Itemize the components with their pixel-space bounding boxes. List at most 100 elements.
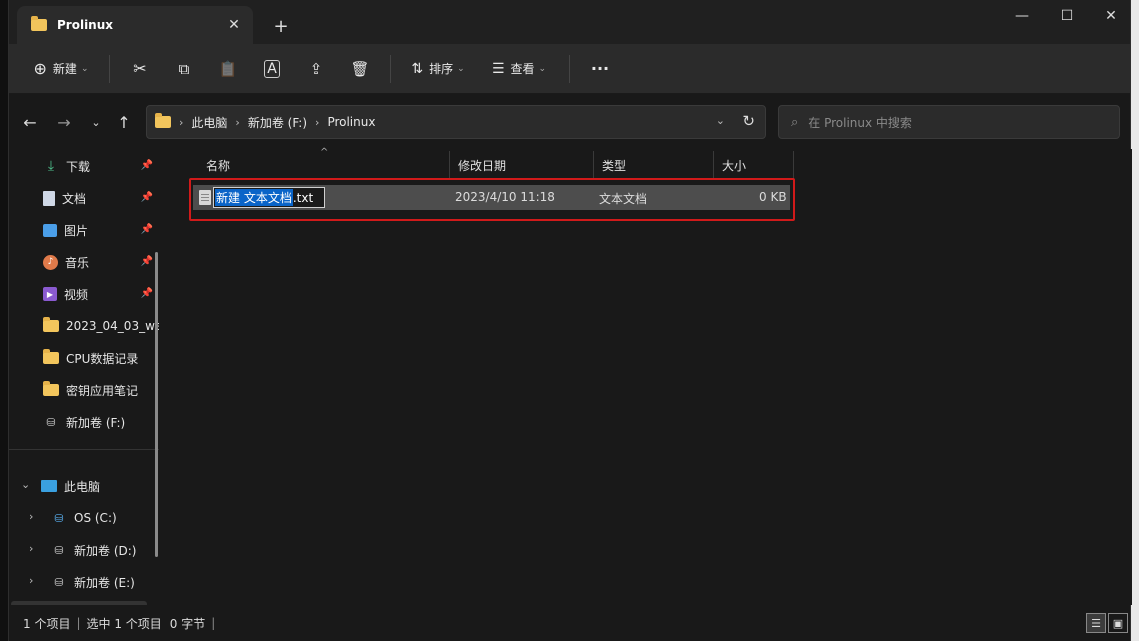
share-button[interactable]: ⇪ xyxy=(294,51,338,87)
pin-icon[interactable]: 📌 xyxy=(141,256,153,267)
sidebar-item-drive-f[interactable]: ⛁ 新加卷 (F:) xyxy=(9,407,159,437)
delete-button[interactable]: 🗑 xyxy=(338,51,382,87)
breadcrumb-this-pc[interactable]: 此电脑 xyxy=(191,114,227,131)
sidebar-item-this-pc[interactable]: ⌄ 此电脑 xyxy=(9,471,159,501)
sidebar-scrollbar[interactable] xyxy=(155,252,158,557)
chevron-right-icon[interactable]: › xyxy=(29,510,33,523)
breadcrumb-drive-f[interactable]: 新加卷 (F:) xyxy=(248,114,307,131)
search-input[interactable]: ⌕ 在 Prolinux 中搜索 xyxy=(778,105,1120,139)
toolbar-divider xyxy=(390,54,391,83)
address-row: ← → ⌄ ↑ › 此电脑 › 新加卷 (F:) › Prolinux ⌄ ↻ … xyxy=(9,95,1130,149)
address-bar[interactable]: › 此电脑 › 新加卷 (F:) › Prolinux ⌄ ↻ xyxy=(146,105,766,139)
pin-icon[interactable]: 📌 xyxy=(141,224,153,235)
file-modified-date: 2023/4/10 11:18 xyxy=(455,190,555,204)
file-explorer-window: Prolinux ✕ + — ☐ ✕ ⊕ 新建 ⌄ ✂ ⧉ 📋 A ⇪ 🗑 ⇅ … xyxy=(8,0,1134,641)
pin-icon[interactable]: 📌 xyxy=(141,192,153,203)
column-headers: ^ 名称 修改日期 类型 大小 xyxy=(176,147,796,179)
refresh-icon[interactable]: ↻ xyxy=(742,112,755,130)
windows-drive-icon: ⛁ xyxy=(54,511,64,525)
chevron-down-icon[interactable]: ⌄ xyxy=(21,478,30,491)
sidebar-item-cpu-records[interactable]: CPU数据记录 xyxy=(9,343,159,373)
chevron-right-icon[interactable]: › xyxy=(29,574,33,587)
rename-selected-text: 新建 文本文档 xyxy=(215,189,293,206)
monitor-icon xyxy=(41,480,57,492)
sidebar-item-downloads[interactable]: ⤓ 下载 📌 xyxy=(9,151,159,181)
sidebar-item-key-notes[interactable]: 密钥应用笔记 xyxy=(9,375,159,405)
navigation-pane: ⤓ 下载 📌 文档 📌 图片 📌 ♪ 音乐 📌 ▶ 视频 📌 2023_04_0… xyxy=(9,149,159,605)
sidebar-item-label: 文档 xyxy=(62,191,87,206)
cut-button[interactable]: ✂ xyxy=(118,51,162,87)
sidebar-item-label: 此电脑 xyxy=(64,479,101,494)
trash-icon: 🗑 xyxy=(350,59,370,78)
scissors-icon: ✂ xyxy=(133,59,147,78)
pin-icon[interactable]: 📌 xyxy=(141,160,153,171)
chevron-right-icon: › xyxy=(315,115,320,129)
sidebar-item-folder-2023[interactable]: 2023_04_03_we xyxy=(9,311,159,341)
rename-input[interactable]: 新建 文本文档 .txt xyxy=(213,187,325,208)
tab-close-icon[interactable]: ✕ xyxy=(223,14,245,36)
new-button[interactable]: ⊕ 新建 ⌄ xyxy=(21,51,101,87)
sidebar-item-label: 新加卷 (F:) xyxy=(66,415,126,430)
command-bar: ⊕ 新建 ⌄ ✂ ⧉ 📋 A ⇪ 🗑 ⇅ 排序 ⌄ ☰ 查看 ⌄ ··· xyxy=(9,44,1130,94)
close-window-button[interactable]: ✕ xyxy=(1088,0,1134,32)
sidebar-item-label: 新加卷 (D:) xyxy=(74,543,137,558)
up-button[interactable]: ↑ xyxy=(111,111,137,133)
more-options-button[interactable]: ··· xyxy=(578,51,622,87)
rename-button[interactable]: A xyxy=(250,51,294,87)
folder-icon xyxy=(155,113,171,128)
tab-prolinux[interactable]: Prolinux ✕ xyxy=(17,6,253,44)
forward-button[interactable]: → xyxy=(51,111,77,133)
sidebar-item-label: 视频 xyxy=(64,287,89,302)
status-bar: 1 个项目 | 选中 1 个项目 0 字节 | ☰ ▣ xyxy=(9,605,1130,641)
new-tab-button[interactable]: + xyxy=(267,12,295,40)
sidebar-item-videos[interactable]: ▶ 视频 📌 xyxy=(9,279,159,309)
column-header-size[interactable]: 大小 xyxy=(714,151,794,179)
copy-button[interactable]: ⧉ xyxy=(162,51,206,87)
sidebar-item-label: 新加卷 (E:) xyxy=(74,575,135,590)
view-label: 查看 xyxy=(510,62,535,76)
tiles-view-button[interactable]: ▣ xyxy=(1108,613,1128,633)
back-button[interactable]: ← xyxy=(17,111,43,133)
column-header-name[interactable]: 名称 xyxy=(198,151,450,179)
sidebar-item-music[interactable]: ♪ 音乐 📌 xyxy=(9,247,159,277)
address-dropdown-icon[interactable]: ⌄ xyxy=(716,114,725,127)
column-header-type[interactable]: 类型 xyxy=(594,151,714,179)
search-icon: ⌕ xyxy=(791,114,799,130)
chevron-down-icon: ⌄ xyxy=(457,63,465,74)
sidebar-item-label: OS (C:) xyxy=(74,511,117,525)
chevron-right-icon: › xyxy=(179,115,184,129)
pictures-icon xyxy=(43,223,57,237)
sidebar-item-pictures[interactable]: 图片 📌 xyxy=(9,215,159,245)
download-icon: ⤓ xyxy=(47,158,55,174)
view-button[interactable]: ☰ 查看 ⌄ xyxy=(477,51,561,87)
maximize-button[interactable]: ☐ xyxy=(1044,0,1090,32)
document-icon xyxy=(43,190,55,206)
recent-locations-button[interactable]: ⌄ xyxy=(83,111,109,133)
minimize-button[interactable]: — xyxy=(999,0,1045,32)
plus-circle-icon: ⊕ xyxy=(33,59,47,78)
sort-button[interactable]: ⇅ 排序 ⌄ xyxy=(399,51,477,87)
music-icon: ♪ xyxy=(43,254,58,270)
sidebar-item-drive-c[interactable]: › ⛁ OS (C:) xyxy=(9,503,159,533)
sidebar-item-documents[interactable]: 文档 📌 xyxy=(9,183,159,213)
folder-icon xyxy=(43,381,59,398)
chevron-right-icon[interactable]: › xyxy=(29,542,33,555)
breadcrumb-prolinux[interactable]: Prolinux xyxy=(327,115,375,129)
pin-icon[interactable]: 📌 xyxy=(141,288,153,299)
chevron-down-icon: ⌄ xyxy=(538,63,547,74)
arrow-left-icon: ← xyxy=(23,112,37,132)
tab-title: Prolinux xyxy=(57,18,114,32)
paste-button[interactable]: 📋 xyxy=(206,51,250,87)
sidebar-item-drive-e[interactable]: › ⛁ 新加卷 (E:) xyxy=(9,567,159,597)
sidebar-item-label: 图片 xyxy=(64,223,89,238)
details-view-button[interactable]: ☰ xyxy=(1086,613,1106,633)
column-header-modified[interactable]: 修改日期 xyxy=(450,151,594,179)
clipboard-icon: 📋 xyxy=(218,59,238,78)
sidebar-item-drive-d[interactable]: › ⛁ 新加卷 (D:) xyxy=(9,535,159,565)
chevron-right-icon: › xyxy=(235,115,240,129)
share-icon: ⇪ xyxy=(309,59,323,78)
new-label: 新建 xyxy=(52,62,77,76)
copy-icon: ⧉ xyxy=(178,59,190,78)
sort-icon: ⇅ xyxy=(411,60,424,77)
table-row[interactable]: 新建 文本文档 .txt 2023/4/10 11:18 文本文档 0 KB xyxy=(193,185,790,210)
